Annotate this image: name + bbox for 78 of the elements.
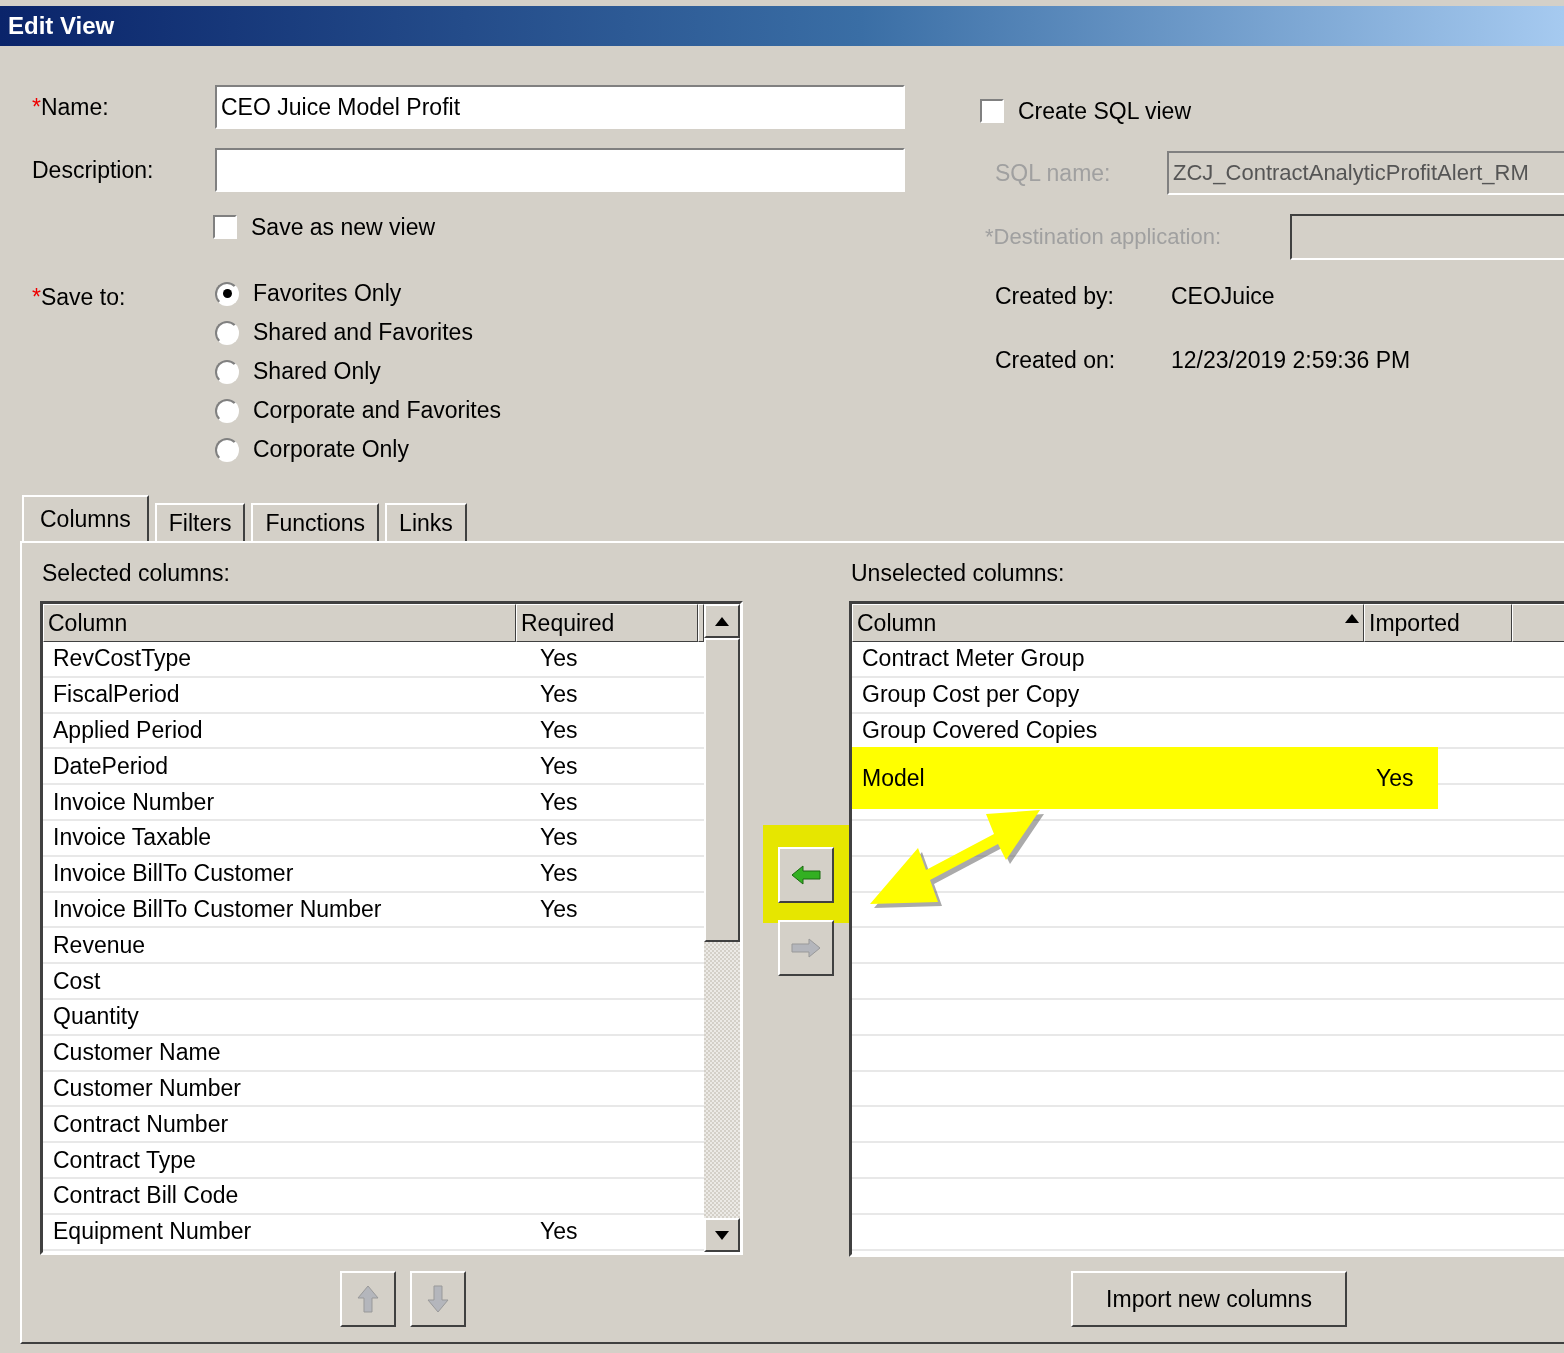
scrollbar[interactable] xyxy=(704,604,740,1252)
table-cell-text: Yes xyxy=(539,824,578,852)
scroll-thumb[interactable] xyxy=(704,638,740,942)
table-cell-text: Yes xyxy=(539,645,578,673)
header-filler xyxy=(698,604,704,642)
create-sql-label: Create SQL view xyxy=(1018,97,1191,125)
table-cell-text: Yes xyxy=(539,1218,578,1246)
down-arrow-icon xyxy=(427,1285,449,1313)
table-cell-text: Customer Number xyxy=(52,1074,242,1102)
tab[interactable]: Filters xyxy=(154,503,246,541)
import-new-columns-button[interactable]: Import new columns xyxy=(1071,1271,1347,1327)
radio-button[interactable] xyxy=(215,320,239,345)
table-cell-text: Cost xyxy=(52,967,102,995)
table-cell-text: Yes xyxy=(539,860,578,888)
up-arrow-icon xyxy=(357,1285,379,1313)
unselected-columns-label: Unselected columns: xyxy=(851,558,1066,588)
table-cell-text: Yes xyxy=(539,895,578,923)
radio-button[interactable] xyxy=(215,398,239,423)
table-cell-text: Revenue xyxy=(52,931,147,959)
selected-columns-label: Selected columns: xyxy=(42,558,231,588)
table-cell-text: Contract Bill Code xyxy=(52,1182,240,1210)
table-cell-text: Applied Period xyxy=(52,717,204,744)
table-cell-text: Contract Meter Group xyxy=(861,645,1086,673)
move-left-button[interactable] xyxy=(778,847,834,903)
created-by-value: CEOJuice xyxy=(1171,283,1275,311)
tab[interactable]: Links xyxy=(385,503,467,541)
radio-button[interactable] xyxy=(215,437,239,462)
radio-label: Shared and Favorites xyxy=(253,319,473,346)
save-to-label: *Save to: xyxy=(31,284,127,312)
table-cell-text: Invoice Number xyxy=(52,788,216,816)
table-cell-text: DatePeriod xyxy=(52,752,170,780)
scroll-down-button[interactable] xyxy=(704,1218,740,1252)
scroll-up-button[interactable] xyxy=(704,604,740,638)
table-cell-text: FiscalPeriod xyxy=(52,681,181,709)
column-header[interactable]: Column xyxy=(43,604,516,642)
description-field[interactable] xyxy=(215,148,905,192)
name-field[interactable]: CEO Juice Model Profit xyxy=(215,85,905,129)
table-cell-text: Yes xyxy=(539,681,578,709)
radio-label: Corporate Only xyxy=(253,436,409,463)
table-cell-text: RevCostType xyxy=(52,645,193,673)
table-cell-text: Invoice BillTo Customer xyxy=(52,860,295,888)
table-cell-text: Yes xyxy=(539,788,578,816)
table-cell-text: Yes xyxy=(539,752,578,780)
right-arrow-icon xyxy=(791,938,821,958)
down-triangle-icon xyxy=(715,1230,729,1240)
radio-button[interactable] xyxy=(215,359,239,384)
table-cell-text: Customer Name xyxy=(52,1039,222,1067)
name-label: *Name: xyxy=(31,93,110,121)
table-cell-text: Group Covered Copies xyxy=(861,717,1099,744)
table-cell-text: Contract Number xyxy=(52,1110,230,1138)
column-header[interactable]: Required xyxy=(516,604,698,642)
radio-button[interactable] xyxy=(215,281,239,306)
save-as-new-label: Save as new view xyxy=(251,213,436,241)
table-cell-text: Yes xyxy=(539,717,578,744)
table-cell-text: Contract Type xyxy=(52,1146,197,1174)
save-as-new-checkbox[interactable] xyxy=(213,215,237,239)
created-on-value: 12/23/2019 2:59:36 PM xyxy=(1171,347,1411,375)
table-cell-text: Yes xyxy=(1375,764,1414,792)
table-cell-text: Invoice Taxable xyxy=(52,824,213,852)
radio-label: Favorites Only xyxy=(253,280,402,307)
column-header[interactable]: Imported xyxy=(1364,604,1512,642)
created-by-label: Created by: xyxy=(995,283,1115,311)
tab[interactable]: Functions xyxy=(251,503,380,541)
radio-label: Corporate and Favorites xyxy=(253,397,501,424)
created-on-label: Created on: xyxy=(995,347,1117,375)
table-cell-text: Model xyxy=(861,764,926,792)
left-arrow-icon xyxy=(791,865,821,885)
create-sql-checkbox[interactable] xyxy=(980,99,1004,123)
description-label: Description: xyxy=(31,156,155,184)
window-title: Edit View xyxy=(8,12,115,40)
up-triangle-icon xyxy=(715,616,729,626)
column-header[interactable]: Column xyxy=(852,604,1364,642)
table-cell-text: Invoice BillTo Customer Number xyxy=(52,895,383,923)
table-cell-text: Equipment Number xyxy=(52,1218,253,1246)
radio-label: Shared Only xyxy=(253,358,381,385)
tab[interactable]: Columns xyxy=(22,495,149,541)
table-cell-text: Group Cost per Copy xyxy=(861,681,1081,709)
table-cell-text: Quantity xyxy=(52,1003,140,1031)
